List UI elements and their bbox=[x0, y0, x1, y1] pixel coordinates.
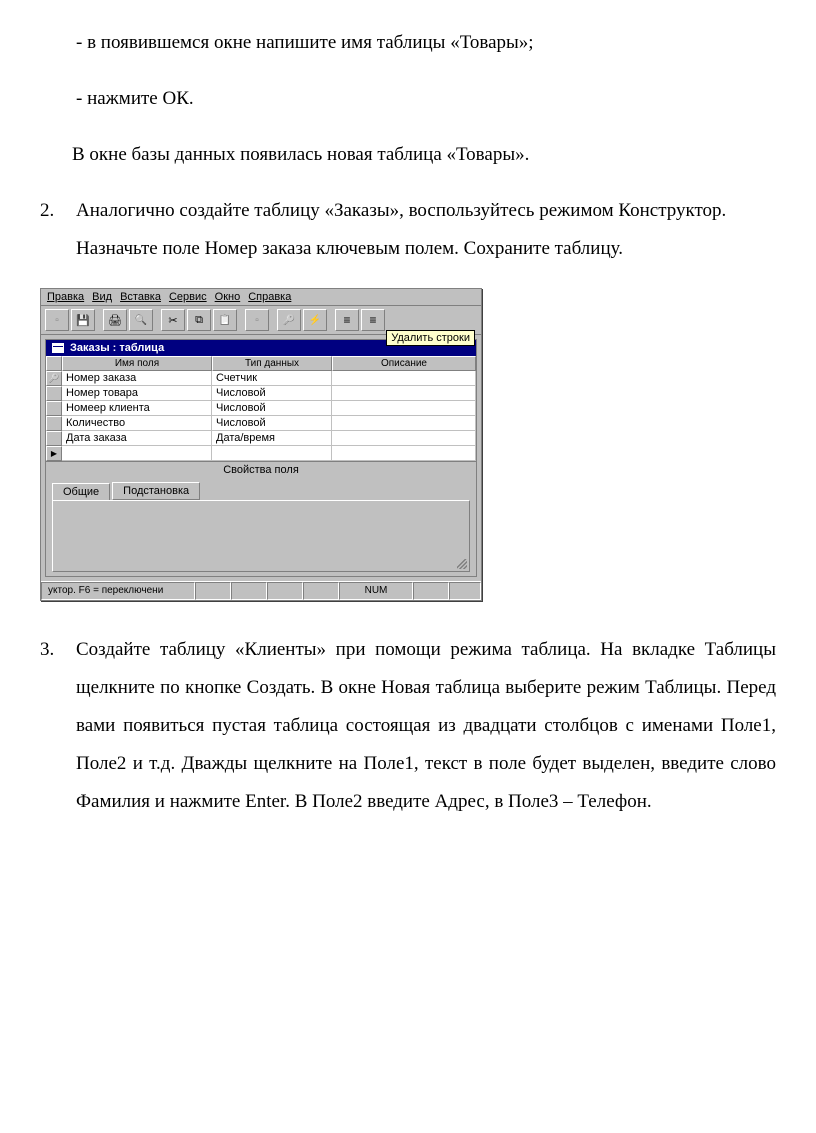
bullet-1: - в появившемся окне напишите имя таблиц… bbox=[96, 24, 776, 62]
view-button[interactable] bbox=[45, 309, 69, 331]
desc-cell[interactable] bbox=[332, 386, 476, 401]
key-icon bbox=[46, 371, 62, 386]
grid-row[interactable]: Количество Числовой bbox=[46, 416, 476, 431]
menu-insert[interactable]: Вставка bbox=[120, 291, 161, 303]
copy-button[interactable] bbox=[187, 309, 211, 331]
table-icon bbox=[52, 343, 64, 353]
item3-number: 3. bbox=[40, 631, 68, 821]
item2-number: 2. bbox=[40, 192, 68, 230]
menu-service[interactable]: Сервис bbox=[169, 291, 207, 303]
data-type-cell[interactable]: Числовой bbox=[212, 386, 332, 401]
field-name-cell[interactable] bbox=[62, 446, 212, 461]
status-cell bbox=[195, 582, 231, 600]
grid-header-desc: Описание bbox=[332, 356, 476, 371]
status-cell bbox=[303, 582, 339, 600]
row-selector[interactable] bbox=[46, 431, 62, 446]
list-item-3: 3. Создайте таблицу «Клиенты» при помощи… bbox=[40, 631, 776, 821]
status-num: NUM bbox=[339, 582, 413, 600]
menubar: Правка Вид Вставка Сервис Окно Справка bbox=[41, 289, 481, 306]
window-title-text: Заказы : таблица bbox=[70, 342, 164, 354]
desc-cell[interactable] bbox=[332, 401, 476, 416]
field-name-cell[interactable]: Номеер клиента bbox=[62, 401, 212, 416]
current-row-icon bbox=[46, 446, 62, 461]
grid-row[interactable]: Номеер клиента Числовой bbox=[46, 401, 476, 416]
grid-row[interactable]: Номер товара Числовой bbox=[46, 386, 476, 401]
field-name-cell[interactable]: Дата заказа bbox=[62, 431, 212, 446]
grid-row[interactable] bbox=[46, 446, 476, 461]
print-button[interactable] bbox=[103, 309, 127, 331]
para-db-appeared: В окне базы данных появилась новая табли… bbox=[40, 136, 776, 174]
toolbar: Удалить строки bbox=[41, 306, 481, 335]
fields-grid[interactable]: Имя поля Тип данных Описание Номер заказ… bbox=[46, 356, 476, 461]
grid-header-row: Имя поля Тип данных Описание bbox=[46, 356, 476, 371]
properties-tabs: Общие Подстановка bbox=[46, 478, 476, 500]
row-selector[interactable] bbox=[46, 386, 62, 401]
desc-cell[interactable] bbox=[332, 416, 476, 431]
menu-view[interactable]: Вид bbox=[92, 291, 112, 303]
grid-header-selector bbox=[46, 356, 62, 371]
field-name-cell[interactable]: Номер товара bbox=[62, 386, 212, 401]
undo-button[interactable] bbox=[245, 309, 269, 331]
bullet-2: - нажмите ОК. bbox=[96, 80, 776, 118]
access-screenshot: Правка Вид Вставка Сервис Окно Справка bbox=[40, 288, 482, 601]
grid-header-datatype: Тип данных bbox=[212, 356, 332, 371]
cut-button[interactable] bbox=[161, 309, 185, 331]
menu-help[interactable]: Справка bbox=[248, 291, 291, 303]
menu-edit[interactable]: Правка bbox=[47, 291, 84, 303]
data-type-cell[interactable]: Дата/время bbox=[212, 431, 332, 446]
tab-lookup[interactable]: Подстановка bbox=[112, 482, 200, 500]
row-selector[interactable] bbox=[46, 416, 62, 431]
menu-window[interactable]: Окно bbox=[215, 291, 241, 303]
delete-rows-tooltip: Удалить строки bbox=[386, 330, 475, 346]
desc-cell[interactable] bbox=[332, 431, 476, 446]
list-item-2: 2. Аналогично создайте таблицу «Заказы»,… bbox=[40, 192, 776, 230]
properties-panel bbox=[52, 500, 470, 572]
grid-header-fieldname: Имя поля bbox=[62, 356, 212, 371]
status-cell bbox=[267, 582, 303, 600]
data-type-cell[interactable]: Числовой bbox=[212, 401, 332, 416]
field-properties-label: Свойства поля bbox=[46, 461, 476, 478]
status-cell bbox=[231, 582, 267, 600]
status-text: уктор. F6 = переключени bbox=[41, 582, 195, 600]
item2-paragraph-2: Назначьте поле Номер заказа ключевым пол… bbox=[76, 230, 776, 268]
delete-rows-button[interactable] bbox=[361, 309, 385, 331]
grid-row[interactable]: Дата заказа Дата/время bbox=[46, 431, 476, 446]
field-name-cell[interactable]: Количество bbox=[62, 416, 212, 431]
preview-button[interactable] bbox=[129, 309, 153, 331]
grid-row[interactable]: Номер заказа Счетчик bbox=[46, 371, 476, 386]
data-type-cell[interactable] bbox=[212, 446, 332, 461]
item3-text: Создайте таблицу «Клиенты» при помощи ре… bbox=[76, 631, 776, 821]
field-name-cell[interactable]: Номер заказа bbox=[62, 371, 212, 386]
statusbar: уктор. F6 = переключени NUM bbox=[41, 581, 481, 600]
primary-key-button[interactable] bbox=[277, 309, 301, 331]
status-cell bbox=[413, 582, 449, 600]
data-type-cell[interactable]: Числовой bbox=[212, 416, 332, 431]
save-button[interactable] bbox=[71, 309, 95, 331]
resize-grip-icon[interactable] bbox=[457, 559, 467, 569]
desc-cell[interactable] bbox=[332, 446, 476, 461]
desc-cell[interactable] bbox=[332, 371, 476, 386]
table-design-window: Заказы : таблица Имя поля Тип данных Опи… bbox=[45, 339, 477, 577]
item2-text: Аналогично создайте таблицу «Заказы», во… bbox=[76, 200, 726, 221]
indexes-button[interactable] bbox=[303, 309, 327, 331]
tab-general[interactable]: Общие bbox=[52, 483, 110, 501]
insert-rows-button[interactable] bbox=[335, 309, 359, 331]
data-type-cell[interactable]: Счетчик bbox=[212, 371, 332, 386]
status-cell bbox=[449, 582, 481, 600]
row-selector[interactable] bbox=[46, 401, 62, 416]
paste-button[interactable] bbox=[213, 309, 237, 331]
